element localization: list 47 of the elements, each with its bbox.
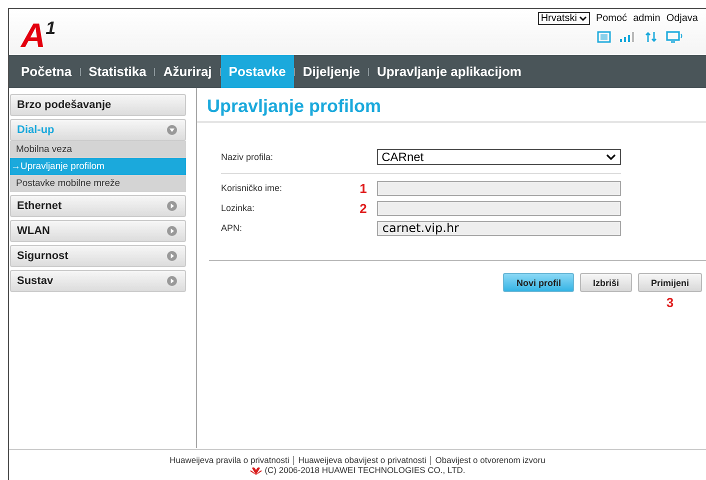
expand-icon bbox=[167, 201, 177, 211]
flower-logo-icon bbox=[250, 466, 262, 474]
nav-tab[interactable]: Početna bbox=[13, 55, 80, 88]
expand-icon bbox=[167, 276, 177, 286]
nav-tab[interactable]: Dijeljenje bbox=[294, 55, 368, 88]
action-button[interactable]: Primijeni bbox=[638, 273, 702, 292]
step-number: 1 bbox=[360, 180, 368, 196]
field-label: APN: bbox=[221, 223, 244, 233]
header-link[interactable]: Odjava bbox=[666, 13, 698, 24]
input-field[interactable] bbox=[377, 200, 621, 216]
input-field[interactable]: carnet.vip.hr bbox=[377, 220, 621, 236]
collapse-icon bbox=[167, 125, 177, 135]
sidebar-item[interactable]: WLAN bbox=[10, 220, 186, 242]
language-select[interactable]: Hrvatski bbox=[538, 12, 590, 25]
field-label: Lozinka: bbox=[221, 203, 256, 213]
data-transfer-icon bbox=[645, 31, 657, 43]
sidebar-subitem[interactable]: Postavke mobilne mreže bbox=[10, 175, 186, 192]
field-label: Naziv profila: bbox=[221, 152, 274, 162]
signal-icon bbox=[620, 32, 636, 42]
expand-icon bbox=[167, 226, 177, 236]
sidebar-item[interactable]: Sigurnost bbox=[10, 245, 186, 267]
footer-link[interactable]: Huaweijeva pravila o privatnosti bbox=[170, 455, 290, 465]
sidebar-item[interactable]: Ethernet bbox=[10, 195, 186, 217]
input-field[interactable] bbox=[377, 180, 621, 196]
sidebar-item[interactable]: Brzo podešavanje bbox=[10, 94, 186, 116]
header-link[interactable]: Pomoć bbox=[596, 13, 628, 24]
message-icon[interactable] bbox=[597, 31, 611, 43]
nav-tab[interactable]: Upravljanje aplikacijom bbox=[368, 55, 530, 88]
footer-link[interactable]: Obavijest o otvorenom izvoru bbox=[435, 455, 546, 465]
action-button[interactable]: Izbriši bbox=[580, 273, 632, 292]
action-button[interactable]: Novi profil bbox=[503, 273, 574, 292]
sidebar-subitem[interactable]: Mobilna veza bbox=[10, 141, 186, 158]
page-title: Upravljanje profilom bbox=[197, 96, 706, 123]
nav-tab[interactable]: Ažuriraj bbox=[155, 55, 220, 88]
monitor-icon bbox=[666, 31, 684, 43]
copyright-text: (C) 2006-2018 HUAWEI TECHNOLOGIES CO., LTD. bbox=[264, 465, 466, 475]
profile-select[interactable]: CARnet bbox=[376, 149, 621, 165]
nav-tab[interactable]: Statistika bbox=[80, 55, 154, 88]
field-label: Korisničko ime: bbox=[221, 183, 284, 193]
footer-link[interactable]: Huaweijeva obavijest o privatnosti bbox=[298, 455, 426, 465]
sidebar-item[interactable]: Sustav bbox=[10, 270, 186, 292]
step-number: 2 bbox=[360, 200, 368, 216]
step-number: 3 bbox=[666, 295, 674, 310]
chevron-down-icon bbox=[578, 16, 587, 22]
header-link[interactable]: admin bbox=[633, 13, 660, 24]
chevron-down-icon bbox=[606, 154, 616, 160]
expand-icon bbox=[167, 251, 177, 261]
